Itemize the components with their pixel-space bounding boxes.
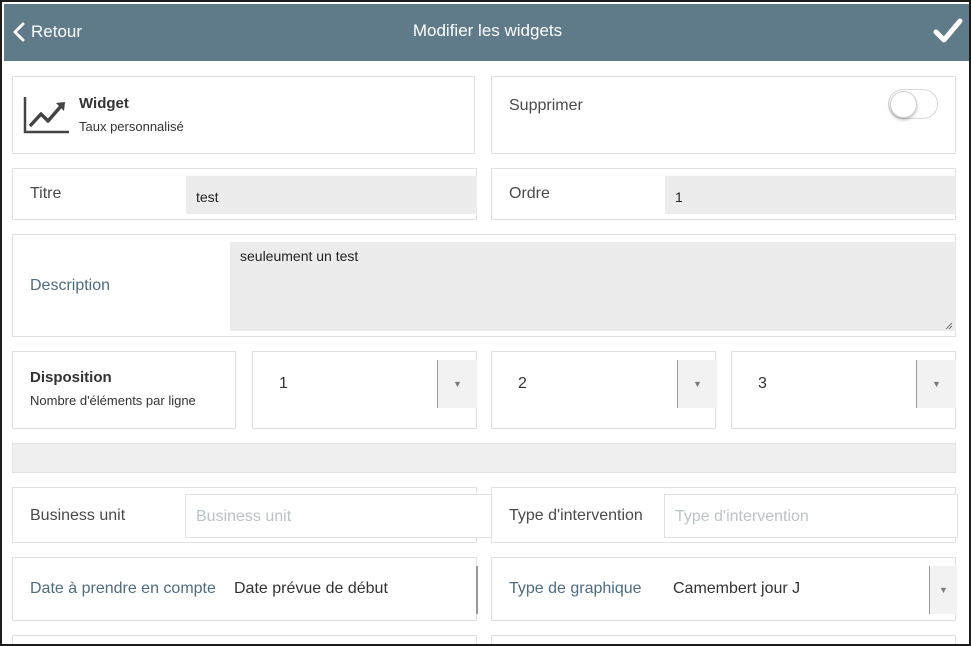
description-card: Description seuleument un test — [12, 234, 956, 337]
select-2-value: 2 — [518, 375, 527, 392]
disposition-select-3[interactable]: 3 ▼ — [731, 351, 956, 429]
order-label: Ordre — [509, 185, 550, 202]
intervention-type-label: Type d'intervention — [509, 507, 643, 524]
widget-card: Widget Taux personnalisé — [12, 76, 475, 154]
delete-toggle[interactable] — [888, 89, 938, 119]
section-separator — [12, 443, 956, 473]
intervention-type-input[interactable]: Type d'intervention — [664, 494, 958, 538]
resize-handle-icon[interactable] — [945, 322, 953, 330]
widget-subtitle: Taux personnalisé — [79, 119, 184, 134]
app-frame: Retour Modifier les widgets Widget Taux … — [0, 0, 971, 646]
business-unit-input[interactable]: Business unit — [185, 494, 492, 538]
delete-label: Supprimer — [509, 97, 583, 114]
select-1-value: 1 — [279, 375, 288, 392]
title-label: Titre — [30, 185, 62, 202]
next-row-card-left — [12, 635, 477, 644]
delete-card: Supprimer — [491, 76, 956, 154]
date-field-card: Date à prendre en compte Date prévue de … — [12, 557, 478, 621]
title-field-card: Titre test — [12, 168, 477, 220]
dropdown-arrow-icon[interactable]: ▼ — [677, 360, 717, 408]
dropdown-arrow-icon[interactable]: ▼ — [437, 360, 477, 408]
widget-title: Widget — [79, 95, 129, 112]
description-label: Description — [30, 277, 111, 294]
chart-type-value: Camembert jour J — [673, 580, 801, 597]
dropdown-arrow-icon[interactable]: ▼ — [929, 566, 957, 614]
disposition-select-1[interactable]: 1 ▼ — [252, 351, 477, 429]
description-textarea[interactable]: seuleument un test — [230, 242, 956, 331]
disposition-subtitle: Nombre d'éléments par ligne — [30, 393, 196, 408]
disposition-select-2[interactable]: 2 ▼ — [491, 351, 717, 429]
page-title: Modifier les widgets — [412, 21, 563, 40]
date-select-value[interactable]: Date prévue de début — [234, 580, 388, 598]
title-input[interactable]: test — [186, 176, 477, 214]
disposition-title: Disposition — [30, 369, 112, 386]
business-unit-label: Business unit — [30, 507, 126, 524]
toggle-knob — [890, 91, 917, 118]
chart-type-label: Type de graphique — [509, 580, 642, 597]
chart-type-card[interactable]: Type de graphique Camembert jour J ▼ — [491, 557, 957, 621]
trending-up-chart-icon — [23, 97, 69, 134]
next-row-card-right — [491, 635, 956, 644]
date-label: Date à prendre en compte — [30, 580, 216, 597]
disposition-card: Disposition Nombre d'éléments par ligne — [12, 351, 236, 429]
order-field-card: Ordre 1 — [491, 168, 956, 220]
order-input[interactable]: 1 — [665, 176, 956, 214]
date-select-edge — [476, 566, 478, 614]
header-bar: Retour Modifier les widgets — [4, 4, 969, 61]
check-icon[interactable] — [933, 16, 963, 46]
select-3-value: 3 — [758, 375, 767, 392]
dropdown-arrow-icon[interactable]: ▼ — [916, 360, 956, 408]
